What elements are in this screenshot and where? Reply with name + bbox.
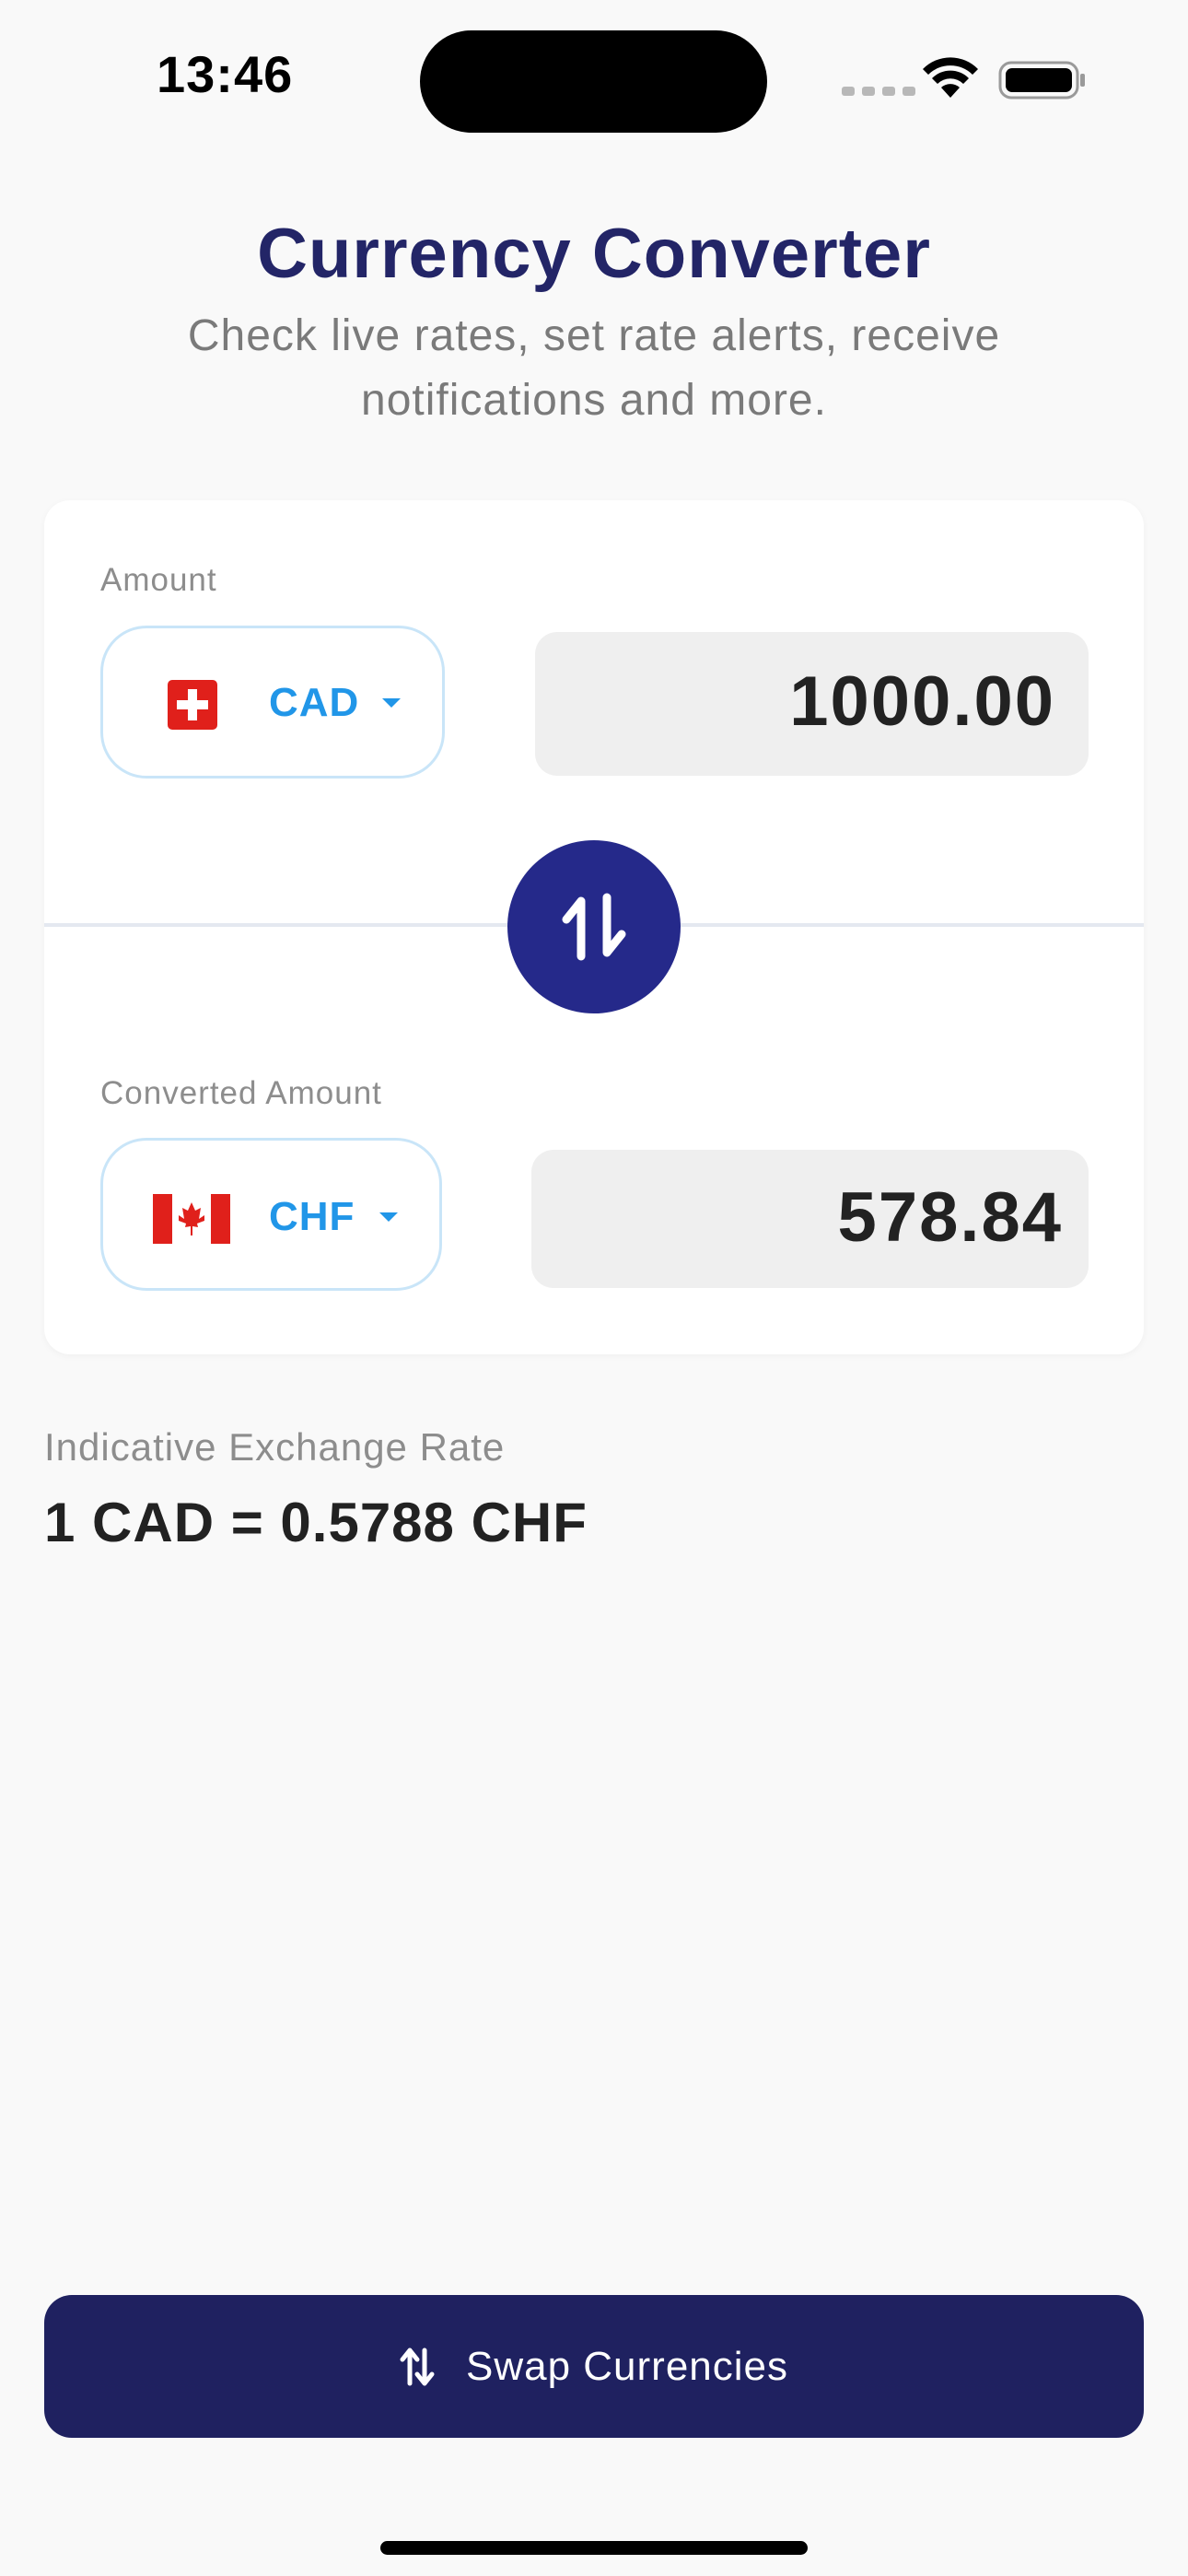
page-title: Currency Converter <box>257 215 931 293</box>
converter-card: Amount CAD 1000.00 Converted Amount CHF … <box>44 500 1144 1354</box>
page-subtitle: Check live rates, set rate alerts, recei… <box>187 311 1001 425</box>
chevron-down-icon <box>382 698 401 708</box>
to-currency-select[interactable]: CHF <box>100 1138 442 1291</box>
converted-amount-field: 578.84 <box>531 1150 1089 1288</box>
chevron-down-icon <box>379 1212 398 1222</box>
canada-flag-icon <box>153 1194 230 1244</box>
amount-input[interactable]: 1000.00 <box>535 632 1089 776</box>
cellular-dots-icon <box>842 87 915 96</box>
swap-currencies-button[interactable]: Swap Currencies <box>44 2295 1144 2438</box>
swap-vertical-icon <box>562 893 626 961</box>
swap-circle-button[interactable] <box>507 840 681 1013</box>
wifi-icon <box>923 57 978 98</box>
converted-amount-label: Converted Amount <box>100 1075 382 1111</box>
switzerland-flag-icon <box>168 680 217 730</box>
dynamic-island <box>420 30 767 133</box>
exchange-rate-label: Indicative Exchange Rate <box>44 1425 506 1469</box>
swap-currencies-label: Swap Currencies <box>465 2343 789 2389</box>
amount-label: Amount <box>100 562 217 598</box>
exchange-rate-value: 1 CAD = 0.5788 CHF <box>44 1492 588 1553</box>
home-indicator[interactable] <box>380 2541 808 2555</box>
from-currency-code: CAD <box>269 680 360 725</box>
to-currency-code: CHF <box>269 1194 355 1239</box>
swap-arrows-icon <box>400 2348 435 2385</box>
status-time: 13:46 <box>157 45 294 103</box>
battery-icon <box>998 61 1085 100</box>
from-currency-select[interactable]: CAD <box>100 626 445 779</box>
